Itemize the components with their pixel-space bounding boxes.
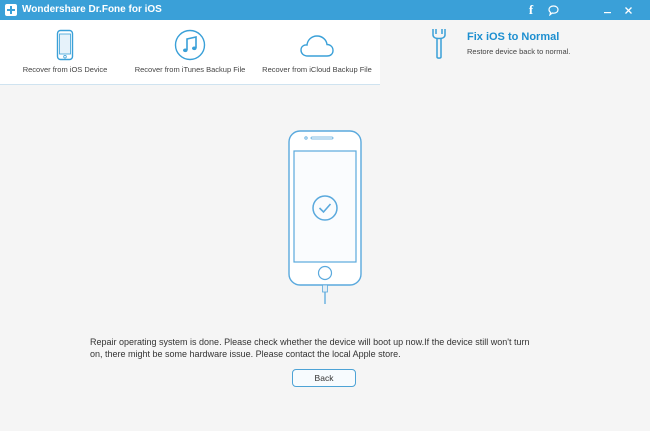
tab-label: Recover from iCloud Backup File — [262, 65, 372, 74]
tab-label: Recover from iOS Device — [22, 65, 108, 74]
app-logo-icon — [5, 4, 17, 16]
tab-recover-itunes-backup[interactable]: Recover from iTunes Backup File — [130, 20, 250, 85]
title-bar: Wondershare Dr.Fone for iOS f — [0, 0, 650, 20]
feedback-icon[interactable] — [544, 0, 562, 20]
music-note-icon — [174, 29, 206, 61]
close-button[interactable] — [619, 0, 637, 20]
fix-subtitle: Restore device back to normal. — [467, 47, 571, 56]
fix-title: Fix iOS to Normal — [467, 31, 560, 43]
tab-recover-icloud-backup[interactable]: Recover from iCloud Backup File — [258, 20, 376, 85]
tab-recover-ios-device[interactable]: Recover from iOS Device — [15, 20, 115, 85]
window-title: Wondershare Dr.Fone for iOS — [22, 4, 162, 15]
minimize-button[interactable] — [598, 0, 616, 20]
device-illustration — [283, 128, 367, 313]
mode-toolbar: Recover from iOS Device Recover from iTu… — [0, 20, 650, 85]
phone-icon — [56, 29, 74, 61]
status-message-line: on, there might be some hardware issue. … — [90, 349, 401, 359]
cloud-icon — [300, 35, 334, 57]
status-message-line: Repair operating system is done. Please … — [90, 337, 530, 347]
facebook-icon[interactable]: f — [522, 0, 540, 20]
tab-fix-ios[interactable]: Fix iOS to Normal Restore device back to… — [380, 20, 650, 85]
wrench-icon — [432, 29, 446, 59]
tab-label: Recover from iTunes Backup File — [134, 65, 246, 74]
status-message: Repair operating system is done. Please … — [90, 336, 560, 360]
back-button[interactable]: Back — [292, 369, 356, 387]
